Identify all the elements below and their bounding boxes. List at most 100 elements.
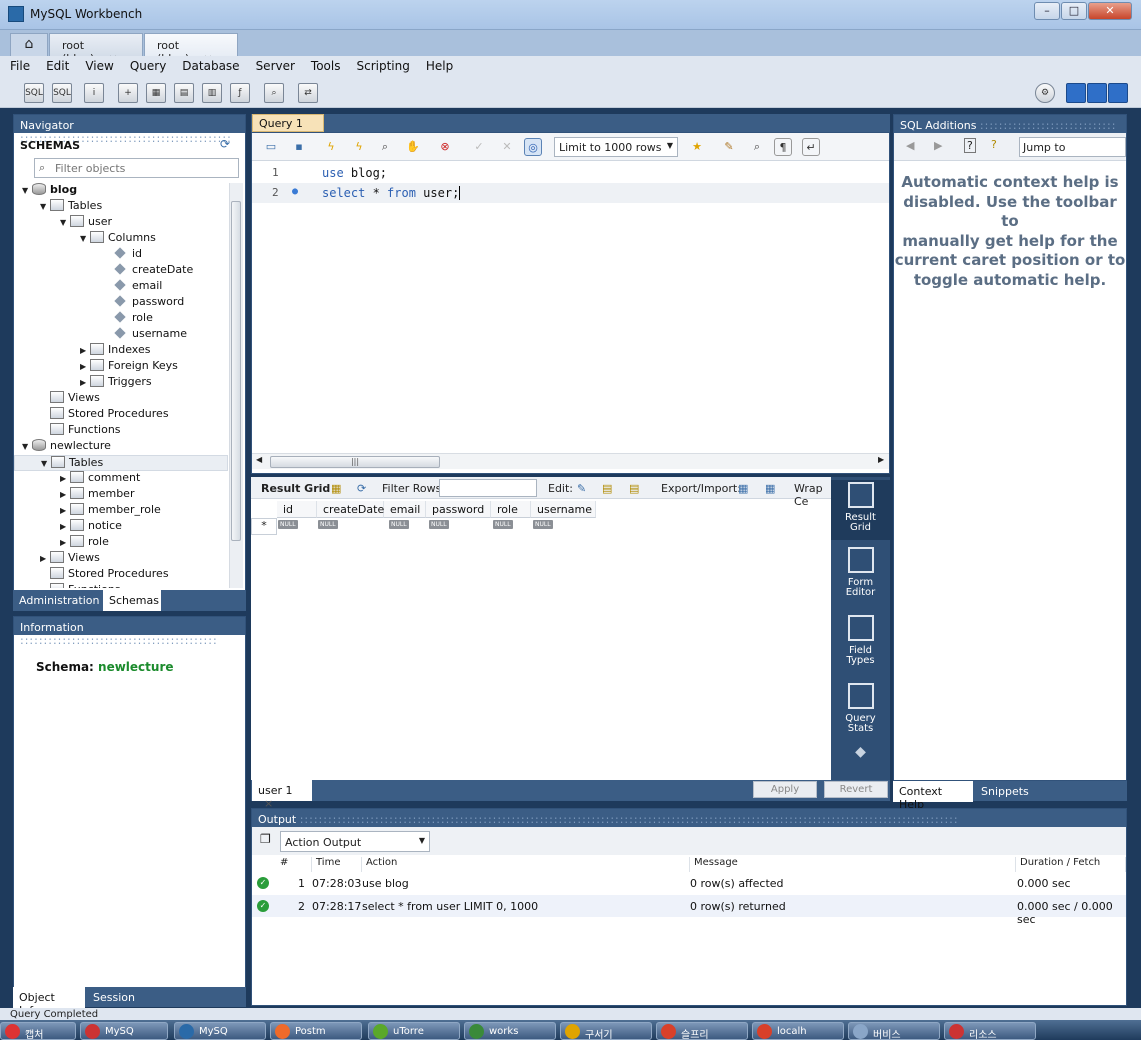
column-header-password[interactable]: password xyxy=(426,501,491,518)
field-types-button[interactable]: Field Types xyxy=(831,615,890,675)
tree-item-folder[interactable]: ▶ Triggers xyxy=(14,375,228,391)
settings-icon[interactable]: ⚙ xyxy=(1035,83,1055,103)
column-header-createdate[interactable]: createDate xyxy=(317,501,384,518)
scroll-right-icon[interactable]: ▶ xyxy=(878,455,884,464)
tree-item-folder[interactable]: Stored Procedures xyxy=(14,567,228,583)
toggle-output-icon[interactable] xyxy=(1087,83,1107,103)
column-header-role[interactable]: role xyxy=(491,501,531,518)
null-cell[interactable]: NULL xyxy=(318,520,338,529)
expand-down-icon[interactable]: ▼ xyxy=(80,234,90,243)
beautify-icon[interactable]: ✎ xyxy=(720,138,738,156)
tree-item-table[interactable]: ▶ member xyxy=(14,487,228,503)
toggle-error-icon[interactable]: ⊗ xyxy=(436,138,454,156)
word-wrap-icon[interactable]: ↵ xyxy=(802,138,820,156)
column-header-email[interactable]: email xyxy=(384,501,426,518)
tree-item-folder[interactable]: ▼ Tables xyxy=(14,455,228,471)
tree-item-folder[interactable]: ▶ Indexes xyxy=(14,343,228,359)
tree-item-column[interactable]: createDate xyxy=(14,263,228,279)
taskbar-item[interactable]: uTorre xyxy=(368,1022,460,1040)
apply-button[interactable]: Apply xyxy=(753,781,817,798)
taskbar-item[interactable]: works xyxy=(464,1022,556,1040)
save-icon[interactable]: ▪ xyxy=(290,138,308,156)
output-column-duration[interactable]: Duration / Fetch xyxy=(1016,857,1126,872)
null-cell[interactable]: NULL xyxy=(278,520,298,529)
output-column-time[interactable]: Time xyxy=(312,857,362,872)
filter-objects-input[interactable] xyxy=(55,161,235,175)
taskbar-item[interactable]: localh xyxy=(752,1022,844,1040)
insert-row-icon[interactable]: ▤ xyxy=(602,482,612,495)
commit-icon[interactable]: ✓ xyxy=(470,138,488,156)
tree-item-column[interactable]: username xyxy=(14,327,228,343)
new-row-marker[interactable]: * xyxy=(251,518,277,535)
code-line[interactable]: 1 use blog; xyxy=(252,163,889,183)
taskbar-item[interactable]: 구서기 xyxy=(560,1022,652,1040)
form-editor-button[interactable]: Form Editor xyxy=(831,547,890,607)
copy-icon[interactable]: ❐ xyxy=(260,832,271,846)
explain-icon[interactable]: ⌕ xyxy=(376,138,394,156)
tree-item-folder[interactable]: ▶ Views xyxy=(14,551,228,567)
null-cell[interactable]: NULL xyxy=(389,520,409,529)
scroll-left-icon[interactable]: ◀ xyxy=(256,455,262,464)
query-tab[interactable]: Query 1 × xyxy=(252,114,324,143)
expand-right-icon[interactable]: ▶ xyxy=(60,490,70,499)
find-icon[interactable]: ⌕ xyxy=(748,138,766,156)
expand-down-icon[interactable]: ▼ xyxy=(22,442,32,451)
result-grid-button[interactable]: Result Grid xyxy=(831,480,890,540)
tree-item-table[interactable]: ▶ role xyxy=(14,535,228,551)
limit-rows-select[interactable]: Limit to 1000 rows ▼ xyxy=(554,137,678,157)
menu-tools[interactable]: Tools xyxy=(301,56,347,73)
tree-item-table[interactable]: ▶ comment xyxy=(14,471,228,487)
output-column-message[interactable]: Message xyxy=(690,857,1016,872)
output-type-select[interactable]: Action Output ▼ xyxy=(280,831,430,852)
tab-object-info[interactable]: Object Info xyxy=(13,987,85,1017)
tree-item-table[interactable]: ▶ member_role xyxy=(14,503,228,519)
expand-right-icon[interactable]: ▶ xyxy=(60,522,70,531)
inspector-icon[interactable]: i xyxy=(84,83,104,103)
output-row[interactable]: ✓ 1 07:28:03 use blog 0 row(s) affected … xyxy=(252,872,1126,894)
refresh-icon[interactable]: ⟳ xyxy=(220,137,230,151)
new-sql-tab-icon[interactable]: SQL xyxy=(24,83,44,103)
tree-item-folder[interactable]: Functions xyxy=(14,583,228,588)
toggle-secondary-sidebar-icon[interactable] xyxy=(1108,83,1128,103)
connection-tab-active[interactable]: root (blog)× xyxy=(144,33,238,65)
stop-icon[interactable]: ✋ xyxy=(404,138,422,156)
code-line-current[interactable]: 2 ● select * from user; xyxy=(252,183,889,203)
taskbar-item[interactable]: 버비스 xyxy=(848,1022,940,1040)
open-sql-script-icon[interactable]: SQL xyxy=(52,83,72,103)
expand-right-icon[interactable]: ▶ xyxy=(80,346,90,355)
jump-to-select[interactable]: Jump to xyxy=(1019,137,1126,157)
execute-current-icon[interactable]: ϟ xyxy=(350,138,368,156)
toggle-sidebar-icon[interactable] xyxy=(1066,83,1086,103)
create-table-icon[interactable]: ▦ xyxy=(146,83,166,103)
tab-session[interactable]: Session xyxy=(87,987,141,1008)
expand-down-icon[interactable]: ▼ xyxy=(41,459,51,468)
tree-item-folder[interactable]: ▼ Tables xyxy=(14,199,228,215)
taskbar-item[interactable]: 캡처 xyxy=(0,1022,76,1040)
expand-down-icon[interactable]: ▼ xyxy=(40,202,50,211)
column-header-id[interactable]: id xyxy=(277,501,317,518)
menu-help[interactable]: Help xyxy=(416,56,459,73)
null-cell[interactable]: NULL xyxy=(429,520,449,529)
filter-rows-input[interactable] xyxy=(439,479,537,497)
close-button[interactable]: ✕ xyxy=(1088,2,1132,20)
reconnect-icon[interactable]: ⇄ xyxy=(298,83,318,103)
auto-help-icon[interactable]: ? xyxy=(991,138,997,151)
tree-item-folder[interactable]: Views xyxy=(14,391,228,407)
maximize-button[interactable]: □ xyxy=(1061,2,1087,20)
tree-item-table[interactable]: ▶ notice xyxy=(14,519,228,535)
forward-icon[interactable]: ▶ xyxy=(934,139,942,152)
filter-objects-field[interactable]: ⌕ xyxy=(34,158,239,178)
tree-item-column[interactable]: password xyxy=(14,295,228,311)
rollback-icon[interactable]: ✕ xyxy=(498,138,516,156)
taskbar-item[interactable]: MySQ xyxy=(80,1022,168,1040)
expand-down-icon[interactable]: ▼ xyxy=(22,186,32,195)
menu-server[interactable]: Server xyxy=(246,56,301,73)
add-snippet-icon[interactable]: ★ xyxy=(688,138,706,156)
home-tab[interactable]: ⌂ xyxy=(10,33,48,56)
null-cell[interactable]: NULL xyxy=(533,520,553,529)
null-cell[interactable]: NULL xyxy=(493,520,513,529)
output-column-num[interactable]: # xyxy=(276,857,312,872)
tree-item-db[interactable]: ▼ newlecture xyxy=(14,439,228,455)
menu-query[interactable]: Query xyxy=(120,56,172,73)
create-procedure-icon[interactable]: ▥ xyxy=(202,83,222,103)
